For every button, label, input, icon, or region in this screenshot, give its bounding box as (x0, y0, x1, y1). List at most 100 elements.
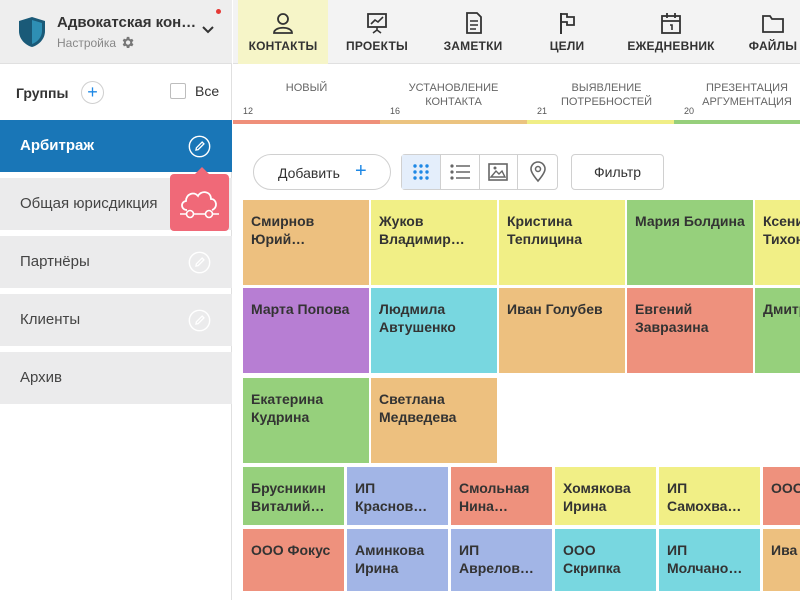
contact-name: Марта Попова (251, 301, 350, 317)
groups-header: Группы + Все (0, 64, 232, 120)
contact-name: ООО Фокус (251, 542, 331, 558)
stage-name: НОВЫЙ (285, 82, 328, 94)
settings-label: Настройка (57, 35, 117, 50)
stage-name: УСТАНОВЛЕНИЕ КОНТАКТА (408, 82, 499, 108)
contact-name: Светлана Медведева (379, 391, 457, 425)
toolbar: Добавить + Фильтр (233, 126, 800, 196)
group-item-arbitrage[interactable]: Арбитраж (0, 120, 232, 172)
tab-goals[interactable]: ЦЕЛИ (523, 0, 611, 64)
company-switcher[interactable]: Адвокатская кон… Настройка (0, 0, 232, 64)
contact-card[interactable]: ИП Молчано… (659, 529, 760, 591)
contact-card[interactable]: Мария Болдина (627, 200, 753, 285)
contact-name: Ксения Тихонова (763, 213, 800, 247)
view-image-button[interactable] (480, 155, 519, 189)
contact-card[interactable]: Екатерина Кудрина (243, 378, 369, 463)
contact-card[interactable]: Дмитрий Шпак (755, 288, 800, 373)
contact-name: ИП Самохва… (667, 480, 742, 514)
contact-name: Жуков Владимир… (379, 213, 465, 247)
stage-presentation[interactable]: ПРЕЗЕНТАЦИЯ АРГУМЕНТАЦИЯ 20 (674, 64, 800, 126)
contact-card[interactable]: ООО Фокус (243, 529, 344, 591)
contact-name: Аминкова Ирина (355, 542, 425, 576)
view-map-button[interactable] (518, 155, 557, 189)
stage-new[interactable]: НОВЫЙ 12 (233, 64, 380, 126)
stage-needs[interactable]: ВЫЯВЛЕНИЕ ПОТРЕБНОСТЕЙ 21 (527, 64, 674, 126)
contact-name: Кристина Теплицина (507, 213, 583, 247)
cloud-car-icon (180, 191, 219, 219)
contact-name: ИП Молчано… (667, 542, 743, 576)
tab-files[interactable]: ФАЙЛЫ (733, 0, 800, 64)
contact-card[interactable]: Хомякова Ирина (555, 467, 656, 525)
edit-pencil-icon[interactable] (188, 135, 211, 158)
contact-card[interactable]: ООО Скрипка (555, 529, 656, 591)
contact-card[interactable]: Евгений Завразина (627, 288, 753, 373)
group-item-archive[interactable]: Архив (0, 352, 232, 404)
tab-planner[interactable]: ЕЖЕДНЕВНИК (621, 0, 721, 64)
contact-card[interactable]: Аминкова Ирина (347, 529, 448, 591)
stage-color-bar (674, 120, 800, 124)
contact-card[interactable]: Жуков Владимир… (371, 200, 497, 285)
select-all-checkbox[interactable]: Все (170, 83, 219, 99)
add-group-button[interactable]: + (81, 81, 104, 104)
notes-icon (466, 12, 482, 34)
contact-name: Брусникин Виталий… (251, 480, 326, 514)
group-drop-popup[interactable] (170, 167, 229, 231)
group-item-partners[interactable]: Партнёры (0, 236, 232, 288)
contact-card[interactable]: ИП Самохва… (659, 467, 760, 525)
stage-name: ПРЕЗЕНТАЦИЯ АРГУМЕНТАЦИЯ (702, 82, 792, 108)
filter-button[interactable]: Фильтр (571, 154, 664, 190)
contact-name: Хомякова Ирина (563, 480, 631, 514)
group-label: Общая юрисдикция (20, 195, 158, 212)
contact-name: Ива а Ве (771, 542, 800, 558)
contact-name: Смирнов Юрий… (251, 213, 315, 247)
edit-pencil-icon[interactable] (188, 309, 211, 332)
stage-color-bar (380, 120, 527, 124)
add-contact-button[interactable]: Добавить + (253, 154, 391, 190)
presentation-icon (367, 13, 387, 34)
contact-name: ООО Скрипка (563, 542, 621, 576)
contact-name: ИП Краснов… (355, 480, 428, 514)
contact-card[interactable]: Людмила Автушенко (371, 288, 497, 373)
add-label: Добавить (278, 165, 340, 181)
list-icon (450, 164, 470, 180)
company-name: Адвокатская кон… (57, 14, 197, 31)
contact-card[interactable]: ООО Пра (763, 467, 800, 525)
calendar-icon (661, 13, 681, 34)
stage-name: ВЫЯВЛЕНИЕ ПОТРЕБНОСТЕЙ (560, 82, 653, 108)
sidebar: Адвокатская кон… Настройка Группы + Все … (0, 0, 232, 600)
contact-name: Иван Голубев (507, 301, 603, 317)
contact-card[interactable]: Иван Голубев (499, 288, 625, 373)
tab-contacts[interactable]: КОНТАКТЫ (238, 0, 328, 64)
view-grid-button[interactable] (402, 155, 441, 189)
app-window: Адвокатская кон… Настройка Группы + Все … (0, 0, 800, 600)
contact-card[interactable]: Смирнов Юрий… (243, 200, 369, 285)
top-navigation: КОНТАКТЫ ПРОЕКТЫ ЗАМЕТКИ ЦЕЛИ ЕЖЕДНЕВНИК… (233, 0, 800, 64)
tab-label: ЦЕЛИ (549, 39, 585, 53)
group-label: Партнёры (20, 253, 90, 270)
notification-dot (216, 9, 221, 14)
stage-count: 20 (684, 106, 695, 116)
contact-card[interactable]: Марта Попова (243, 288, 369, 373)
contact-card[interactable]: ИП Аврелов… (451, 529, 552, 591)
edit-pencil-icon[interactable] (188, 251, 211, 274)
contact-name: ООО Пра (771, 480, 800, 496)
group-item-clients[interactable]: Клиенты (0, 294, 232, 346)
tab-projects[interactable]: ПРОЕКТЫ (333, 0, 421, 64)
chevron-down-icon[interactable] (200, 22, 216, 38)
image-icon (488, 163, 509, 181)
contact-card[interactable]: Ива а Ве (763, 529, 800, 591)
stage-contact[interactable]: УСТАНОВЛЕНИЕ КОНТАКТА 16 (380, 64, 527, 126)
contact-card[interactable]: Смольная Нина… (451, 467, 552, 525)
folder-icon (762, 15, 784, 33)
tab-notes[interactable]: ЗАМЕТКИ (429, 0, 517, 64)
contact-card[interactable]: Кристина Теплицина (499, 200, 625, 285)
select-all-label: Все (195, 83, 220, 99)
settings-link[interactable]: Настройка (57, 35, 135, 50)
checkbox-box[interactable] (170, 83, 186, 99)
popup-arrow (195, 167, 209, 174)
view-list-button[interactable] (441, 155, 480, 189)
contact-card[interactable]: Брусникин Виталий… (243, 467, 344, 525)
contact-card[interactable]: ИП Краснов… (347, 467, 448, 525)
contact-card[interactable]: Ксения Тихонова (755, 200, 800, 285)
contact-card[interactable]: Светлана Медведева (371, 378, 497, 463)
stage-color-bar (527, 120, 674, 124)
